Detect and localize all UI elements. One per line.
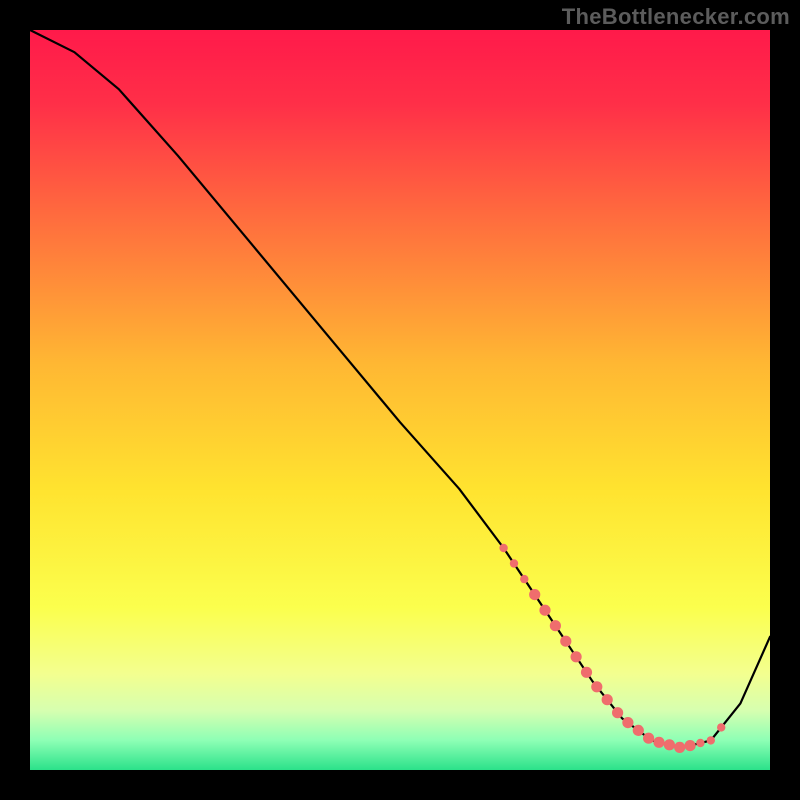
marker-dot (717, 723, 725, 731)
marker-dot (707, 736, 715, 744)
marker-dot (674, 742, 685, 753)
marker-dot (499, 544, 507, 552)
marker-dot (539, 605, 550, 616)
marker-dot (643, 733, 654, 744)
marker-dot (602, 694, 613, 705)
marker-dot (520, 575, 528, 583)
marker-dot (653, 737, 664, 748)
marker-dot (591, 681, 602, 692)
chart-svg (30, 30, 770, 770)
marker-dot (622, 717, 633, 728)
marker-dot (664, 739, 675, 750)
marker-dot (550, 620, 561, 631)
plot-area (30, 30, 770, 770)
watermark-text: TheBottlenecker.com (562, 4, 790, 30)
gradient-background (30, 30, 770, 770)
marker-dot (510, 559, 518, 567)
marker-dot (571, 651, 582, 662)
marker-dot (696, 739, 704, 747)
marker-dot (560, 636, 571, 647)
marker-dot (633, 725, 644, 736)
marker-dot (612, 707, 623, 718)
marker-dot (529, 589, 540, 600)
chart-frame: TheBottlenecker.com (0, 0, 800, 800)
marker-dot (581, 667, 592, 678)
marker-dot (685, 740, 696, 751)
